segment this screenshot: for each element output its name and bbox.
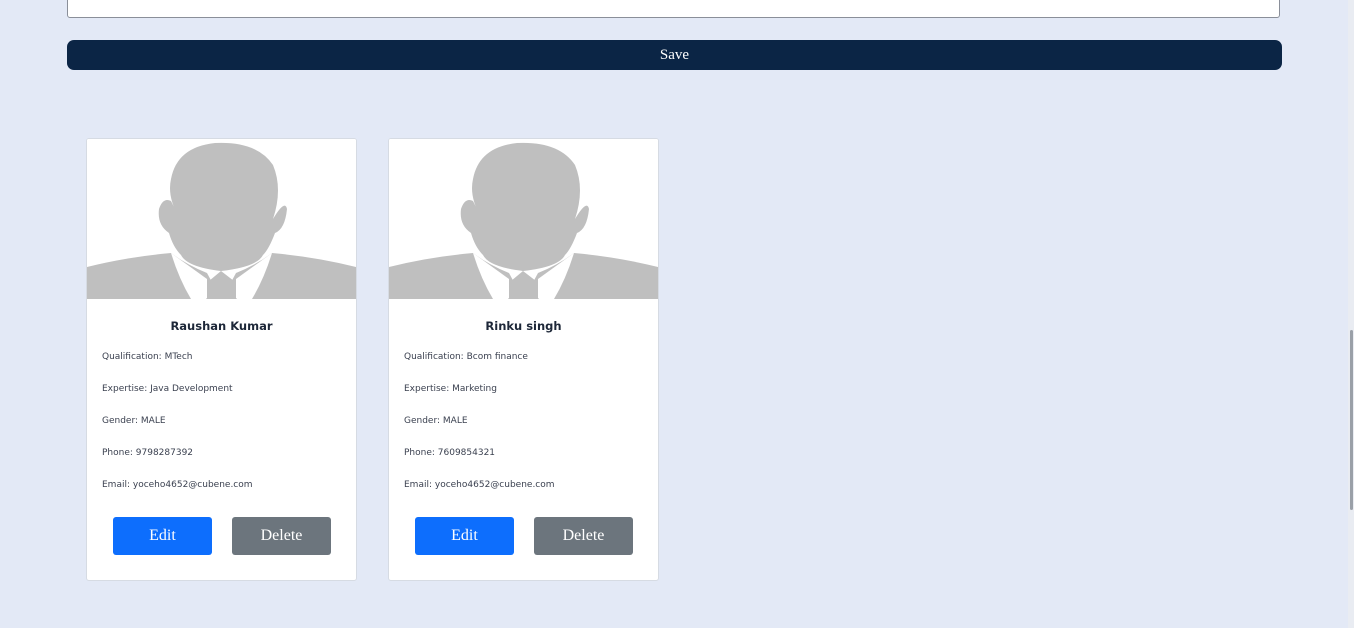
delete-button[interactable]: Delete bbox=[232, 517, 331, 555]
person-silhouette-icon bbox=[87, 139, 356, 299]
profile-card: Rinku singh Qualification: Bcom finance … bbox=[388, 138, 659, 581]
profile-name: Rinku singh bbox=[485, 319, 562, 333]
profile-email: Email: yoceho4652@cubene.com bbox=[404, 480, 555, 490]
profile-email: Email: yoceho4652@cubene.com bbox=[102, 480, 253, 490]
page-scrollbar[interactable] bbox=[1348, 0, 1354, 628]
scrollbar-thumb[interactable] bbox=[1350, 330, 1353, 510]
profile-expertise: Expertise: Marketing bbox=[404, 384, 497, 394]
profile-name: Raushan Kumar bbox=[170, 319, 273, 333]
person-silhouette-icon bbox=[389, 139, 658, 299]
edit-button[interactable]: Edit bbox=[113, 517, 212, 555]
profile-card: Raushan Kumar Qualification: MTech Exper… bbox=[86, 138, 357, 581]
profile-qualification: Qualification: Bcom finance bbox=[404, 352, 528, 362]
save-button[interactable]: Save bbox=[67, 40, 1282, 70]
profile-qualification: Qualification: MTech bbox=[102, 352, 193, 362]
form-text-input[interactable] bbox=[67, 0, 1280, 18]
profile-phone: Phone: 7609854321 bbox=[404, 448, 496, 458]
profile-gender: Gender: MALE bbox=[102, 416, 166, 426]
profile-gender: Gender: MALE bbox=[404, 416, 468, 426]
profile-phone: Phone: 9798287392 bbox=[102, 448, 194, 458]
delete-button[interactable]: Delete bbox=[534, 517, 633, 555]
edit-button[interactable]: Edit bbox=[415, 517, 514, 555]
profile-expertise: Expertise: Java Development bbox=[102, 384, 233, 394]
